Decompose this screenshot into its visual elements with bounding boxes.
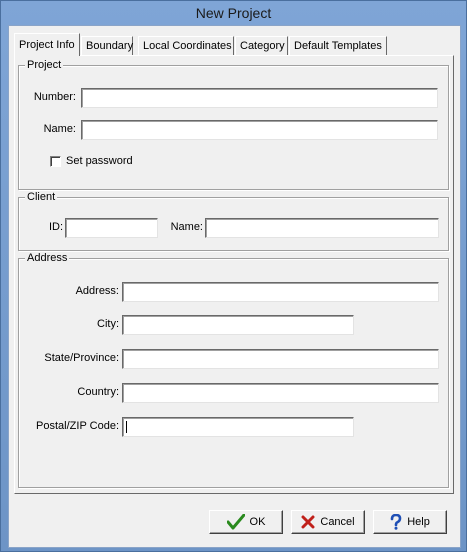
country-label: Country: — [77, 386, 119, 398]
client-name-input[interactable] — [205, 218, 439, 238]
client-group: Client ID: Name: — [18, 191, 449, 251]
client-id-input[interactable] — [65, 218, 158, 238]
address-input[interactable] — [122, 282, 439, 302]
question-icon — [390, 514, 402, 530]
postal-zip-input[interactable] — [122, 417, 354, 437]
project-group: Project Number: Name: Set password — [18, 59, 449, 190]
project-group-legend: Project — [25, 59, 64, 72]
cancel-button-label: Cancel — [320, 516, 355, 528]
city-label: City: — [97, 318, 119, 330]
client-group-legend: Client — [25, 191, 58, 204]
checkmark-icon — [226, 514, 245, 530]
help-button[interactable]: Help — [373, 510, 447, 534]
state-province-label: State/Province: — [44, 352, 119, 364]
postal-zip-label: Postal/ZIP Code: — [36, 420, 119, 432]
number-label: Number: — [33, 91, 76, 103]
name-label: Name: — [43, 123, 76, 135]
tab-boundary[interactable]: Boundary — [81, 36, 133, 55]
project-name-input[interactable] — [81, 120, 438, 140]
new-project-dialog: New Project Project Info Boundary Local … — [0, 0, 467, 552]
address-group-legend: Address — [25, 252, 70, 265]
client-id-label: ID: — [48, 221, 63, 233]
city-input[interactable] — [122, 315, 354, 335]
dialog-body: Project Info Boundary Local Coordinates … — [8, 25, 461, 548]
tab-local-coordinates[interactable]: Local Coordinates — [138, 36, 234, 55]
tab-page-project-info: Project Number: Name: Set password Clien… — [14, 55, 454, 494]
address-group: Address Address: City: State/Province: C… — [18, 252, 449, 488]
address-label: Address: — [75, 285, 119, 297]
tab-category[interactable]: Category — [235, 36, 288, 55]
project-number-input[interactable] — [81, 88, 438, 108]
set-password-label[interactable]: Set password — [66, 154, 133, 168]
text-caret — [126, 421, 127, 433]
tab-default-templates[interactable]: Default Templates — [289, 36, 387, 55]
state-province-input[interactable] — [122, 349, 439, 369]
tab-project-info[interactable]: Project Info — [14, 33, 80, 56]
x-icon — [301, 515, 315, 529]
window-title[interactable]: New Project — [1, 1, 466, 25]
ok-button-label: OK — [249, 516, 266, 528]
client-name-label: Name: — [170, 221, 203, 233]
help-button-label: Help — [407, 516, 430, 528]
country-input[interactable] — [122, 383, 439, 403]
cancel-button[interactable]: Cancel — [291, 510, 365, 534]
set-password-checkbox[interactable] — [50, 156, 61, 167]
ok-button[interactable]: OK — [209, 510, 283, 534]
